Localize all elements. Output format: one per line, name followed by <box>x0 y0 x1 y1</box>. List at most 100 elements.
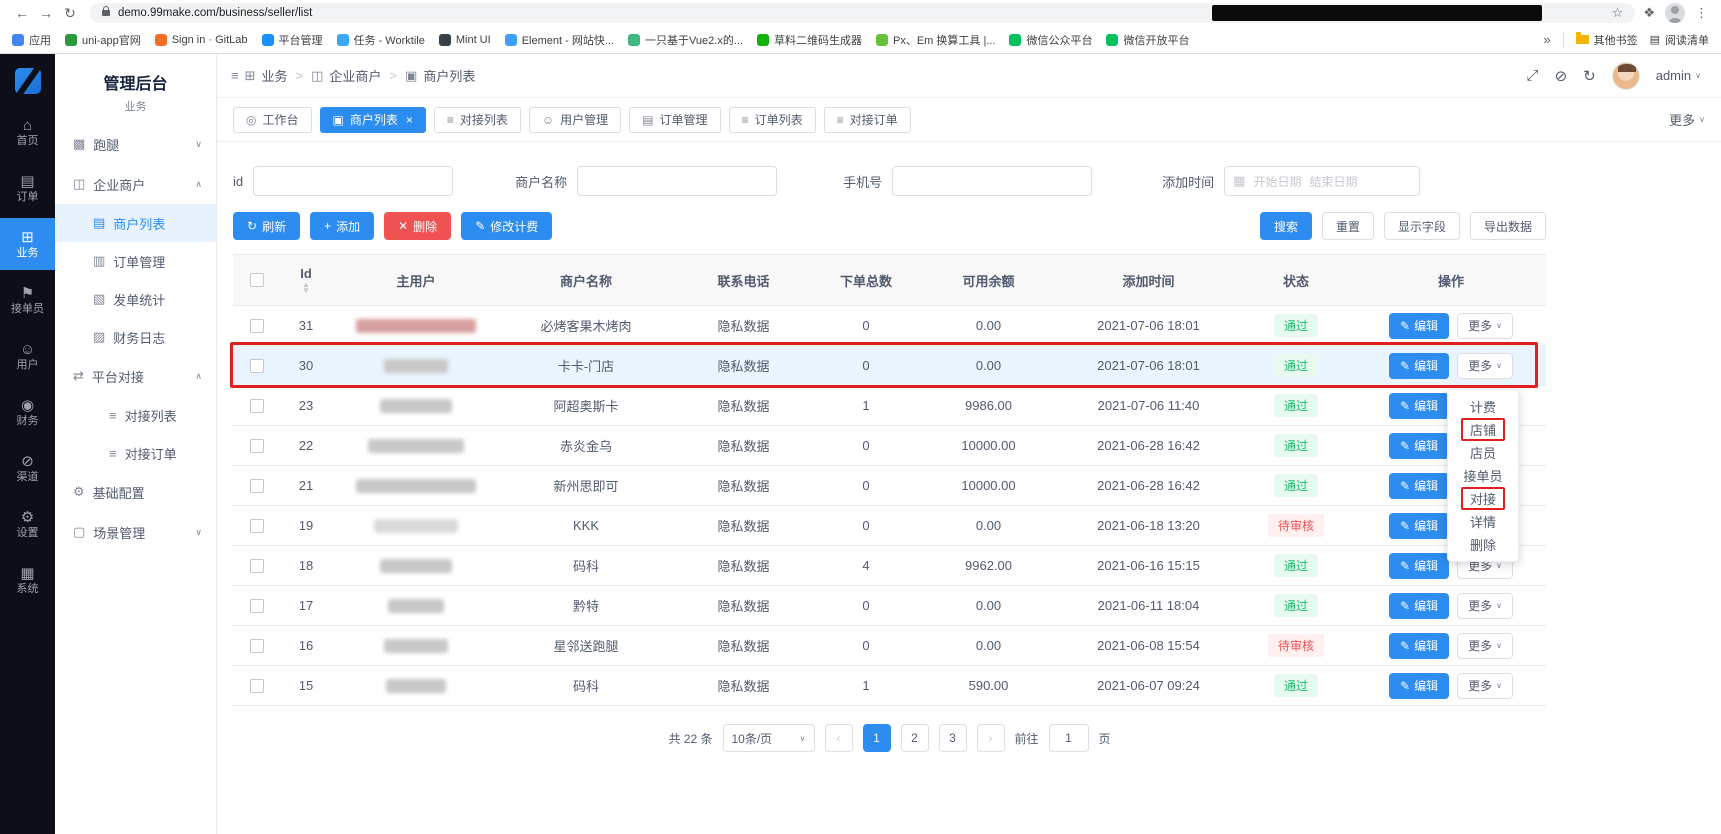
goto-page-input[interactable] <box>1049 724 1089 752</box>
browser-profile-avatar[interactable] <box>1665 3 1685 23</box>
id-column-header[interactable]: Id▲▼ <box>300 266 312 294</box>
page-size-select[interactable]: 10条/页∨ <box>723 724 815 752</box>
dropdown-item-shop[interactable]: 店铺 <box>1448 418 1518 441</box>
tab-workbench[interactable]: ◎工作台 <box>233 107 312 133</box>
more-button-open[interactable]: 更多∨ <box>1457 353 1513 379</box>
menu-group-scene[interactable]: ▢场景管理∨ <box>55 512 216 552</box>
edit-button[interactable]: ✎编辑 <box>1389 393 1449 419</box>
rail-item-finance[interactable]: ◉财务 <box>0 386 55 438</box>
menu-item-dispatch-stats[interactable]: ▧发单统计 <box>55 280 216 318</box>
name-filter-input[interactable] <box>577 166 777 196</box>
avatar[interactable] <box>1612 62 1640 90</box>
page-button-3[interactable]: 3 <box>939 724 967 752</box>
date-range-picker[interactable]: ▦ 开始日期 结束日期 <box>1224 166 1420 196</box>
row-checkbox[interactable] <box>250 479 264 493</box>
tab-link-orders[interactable]: ≡对接订单 <box>824 107 911 133</box>
back-icon[interactable]: ← <box>10 5 34 21</box>
edit-button[interactable]: ✎编辑 <box>1389 673 1449 699</box>
bookmark-item[interactable]: Px、Em 换算工具 |... <box>876 32 995 48</box>
dropdown-item-courier[interactable]: 接单员 <box>1448 464 1518 487</box>
browser-menu-icon[interactable]: ⋮ <box>1695 5 1709 21</box>
edit-button[interactable]: ✎编辑 <box>1389 313 1449 339</box>
lock-screen-icon[interactable]: ⊘ <box>1555 67 1568 85</box>
tab-order-list[interactable]: ≡订单列表 <box>729 107 816 133</box>
breadcrumb-enterprise[interactable]: 企业商户 <box>329 66 381 85</box>
bookmark-item[interactable]: Element - 网站快... <box>505 32 614 48</box>
bookmark-item[interactable]: Sign in · GitLab <box>155 34 248 46</box>
tab-order-manage[interactable]: ▤订单管理 <box>629 107 720 133</box>
dropdown-item-delete[interactable]: 删除 <box>1448 533 1518 556</box>
rail-item-business[interactable]: ⊞业务 <box>0 218 55 270</box>
rail-item-system[interactable]: ▦系统 <box>0 554 55 606</box>
menu-group-paotui[interactable]: ▩跑腿∨ <box>55 124 216 164</box>
prev-page-button[interactable]: ‹ <box>825 724 853 752</box>
delete-button[interactable]: ✕删除 <box>384 212 451 240</box>
more-button[interactable]: 更多∨ <box>1457 313 1513 339</box>
reset-button[interactable]: 重置 <box>1322 212 1374 240</box>
rail-item-users[interactable]: ☺用户 <box>0 330 55 382</box>
bookmark-item[interactable]: 草料二维码生成器 <box>757 32 862 48</box>
phone-filter-input[interactable] <box>892 166 1092 196</box>
dropdown-item-clerk[interactable]: 店员 <box>1448 441 1518 464</box>
select-all-checkbox[interactable] <box>250 273 264 287</box>
rail-item-courier[interactable]: ⚑接单员 <box>0 274 55 326</box>
bookmark-item[interactable]: 平台管理 <box>262 32 323 48</box>
tab-merchant-list[interactable]: ▣商户列表× <box>320 107 426 133</box>
page-button-1[interactable]: 1 <box>863 724 891 752</box>
bookmark-item[interactable]: 一只基于Vue2.x的... <box>628 32 743 48</box>
row-checkbox[interactable] <box>250 559 264 573</box>
page-button-2[interactable]: 2 <box>901 724 929 752</box>
rail-item-channel[interactable]: ⊘渠道 <box>0 442 55 494</box>
bookmark-item[interactable]: Mint UI <box>439 34 491 46</box>
menu-item-link-list[interactable]: ≡对接列表 <box>55 396 216 434</box>
id-filter-input[interactable] <box>253 166 453 196</box>
edit-button[interactable]: ✎编辑 <box>1389 633 1449 659</box>
extension-icon[interactable]: ❖ <box>1643 5 1655 21</box>
dropdown-item-link[interactable]: 对接 <box>1448 487 1518 510</box>
row-checkbox[interactable] <box>250 599 264 613</box>
menu-item-link-orders[interactable]: ≡对接订单 <box>55 434 216 472</box>
dropdown-item-detail[interactable]: 详情 <box>1448 510 1518 533</box>
bookmark-item[interactable]: 任务 - Worktile <box>337 32 425 48</box>
other-bookmarks[interactable]: 其他书签 <box>1576 32 1638 48</box>
add-button[interactable]: +添加 <box>310 212 374 240</box>
search-button[interactable]: 搜索 <box>1260 212 1312 240</box>
more-button[interactable]: 更多∨ <box>1457 633 1513 659</box>
rail-item-home[interactable]: ⌂首页 <box>0 106 55 158</box>
reload-icon[interactable]: ↻ <box>58 5 82 22</box>
reading-list[interactable]: ▤阅读清单 <box>1650 32 1709 48</box>
bookmark-apps[interactable]: 应用 <box>12 32 51 48</box>
breadcrumb-business[interactable]: 业务 <box>262 66 288 85</box>
bookmark-item[interactable]: 微信开放平台 <box>1106 32 1189 48</box>
menu-item-base-config[interactable]: ⚙基础配置 <box>55 472 216 512</box>
menu-group-platform[interactable]: ⇄平台对接∧ <box>55 356 216 396</box>
bookmark-item[interactable]: uni-app官网 <box>65 32 141 48</box>
collapse-menu-icon[interactable]: ≡ <box>231 68 239 83</box>
edit-button[interactable]: ✎编辑 <box>1389 433 1449 459</box>
rail-item-settings[interactable]: ⚙设置 <box>0 498 55 550</box>
show-fields-button[interactable]: 显示字段 <box>1384 212 1460 240</box>
edit-button[interactable]: ✎编辑 <box>1389 353 1449 379</box>
user-menu[interactable]: admin∨ <box>1656 68 1701 83</box>
row-checkbox[interactable] <box>250 399 264 413</box>
edit-button[interactable]: ✎编辑 <box>1389 513 1449 539</box>
tabs-more-button[interactable]: 更多∨ <box>1669 110 1705 129</box>
tab-link-list[interactable]: ≡对接列表 <box>434 107 521 133</box>
menu-item-merchant-list[interactable]: ▤商户列表 <box>55 204 216 242</box>
refresh-button[interactable]: ↻刷新 <box>233 212 300 240</box>
menu-group-enterprise[interactable]: ◫企业商户∧ <box>55 164 216 204</box>
rail-item-orders[interactable]: ▤订单 <box>0 162 55 214</box>
dropdown-item-billing[interactable]: 计费 <box>1448 395 1518 418</box>
row-checkbox[interactable] <box>250 679 264 693</box>
tab-user-manage[interactable]: ☺用户管理 <box>529 107 621 133</box>
close-icon[interactable]: × <box>406 113 413 127</box>
forward-icon[interactable]: → <box>34 5 58 21</box>
edit-button[interactable]: ✎编辑 <box>1389 473 1449 499</box>
row-checkbox[interactable] <box>250 439 264 453</box>
bookmark-item[interactable]: 微信公众平台 <box>1009 32 1092 48</box>
edit-button[interactable]: ✎编辑 <box>1389 553 1449 579</box>
menu-item-order-manage[interactable]: ▥订单管理 <box>55 242 216 280</box>
fullscreen-icon[interactable]: ⤢ <box>1527 67 1539 84</box>
row-checkbox[interactable] <box>250 639 264 653</box>
row-checkbox[interactable] <box>250 359 264 373</box>
